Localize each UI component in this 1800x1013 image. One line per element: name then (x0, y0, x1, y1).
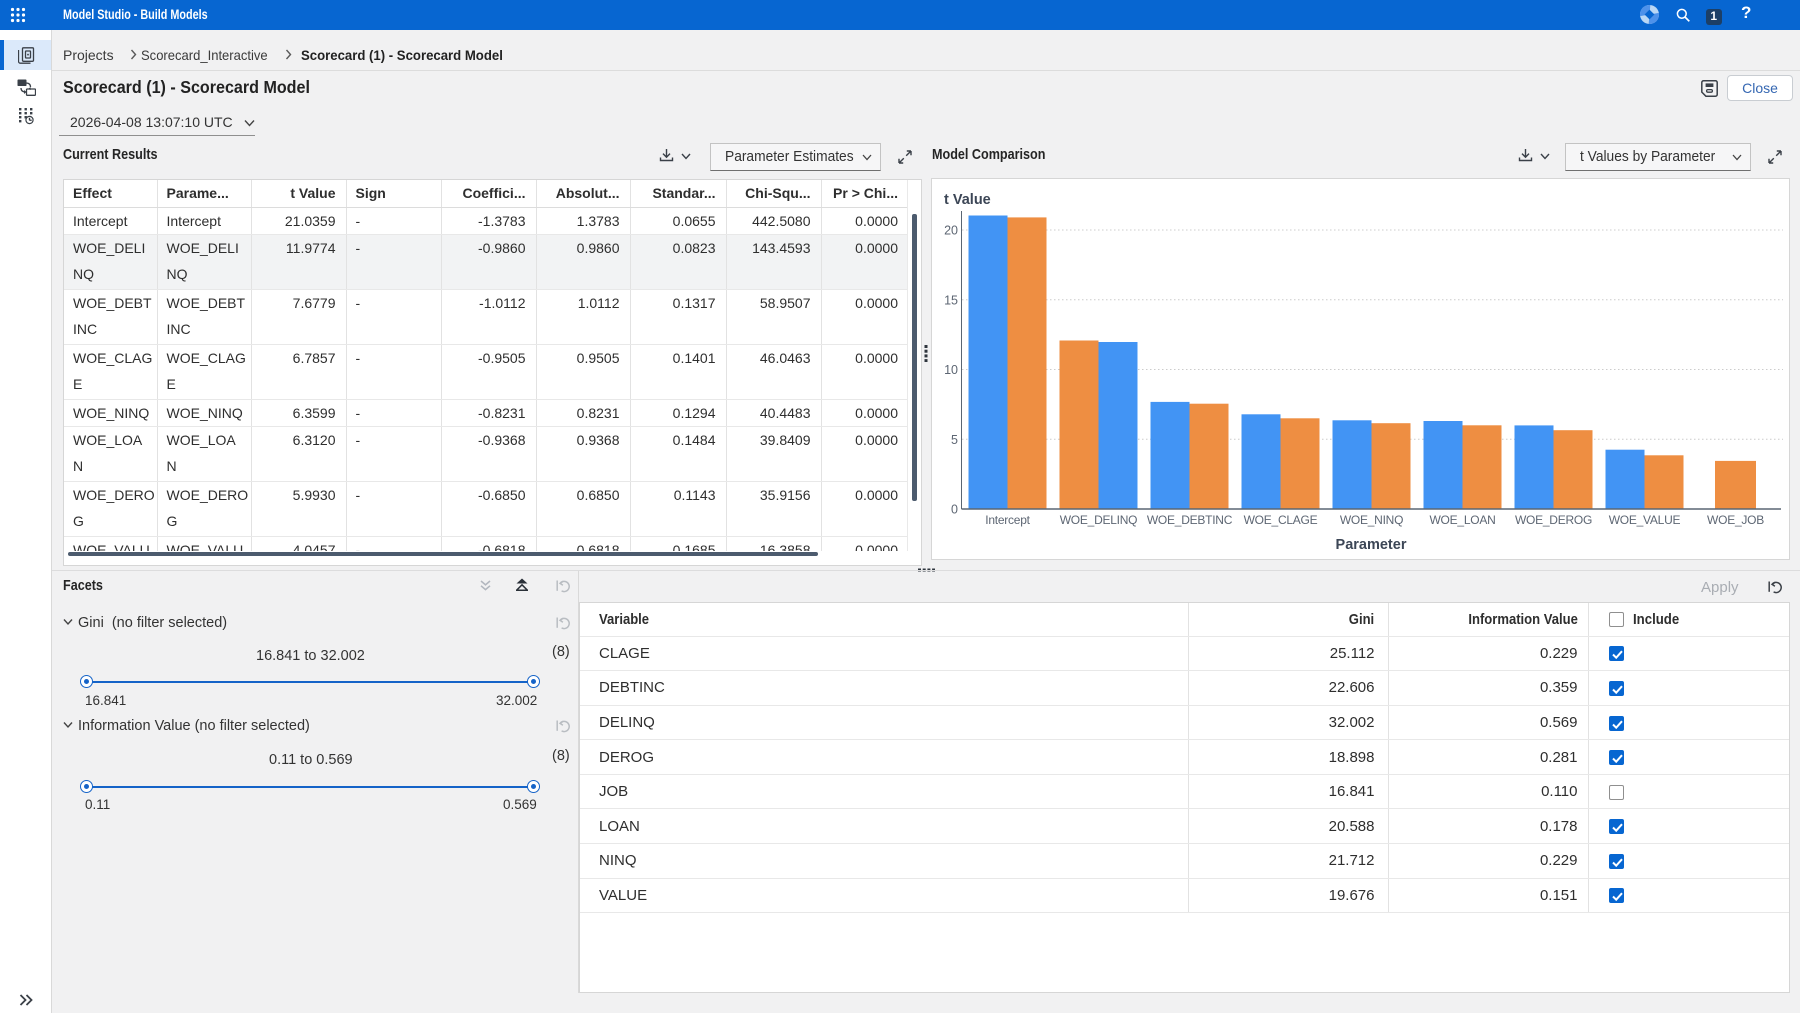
svg-text:WOE_NINQ: WOE_NINQ (1340, 513, 1403, 527)
svg-text:WOE_VALUE: WOE_VALUE (1609, 513, 1681, 527)
svg-text:WOE_LOAN: WOE_LOAN (1429, 513, 1495, 527)
svg-text:WOE_DEBTINC: WOE_DEBTINC (1147, 513, 1233, 527)
svg-text:Intercept: Intercept (985, 513, 1030, 527)
svg-text:5: 5 (951, 433, 958, 447)
svg-text:Parameter: Parameter (1336, 537, 1407, 553)
svg-text:WOE_CLAGE: WOE_CLAGE (1244, 513, 1318, 527)
svg-text:20: 20 (944, 224, 958, 238)
svg-text:t Value: t Value (944, 192, 991, 208)
svg-text:WOE_DEROG: WOE_DEROG (1515, 513, 1592, 527)
svg-text:0: 0 (951, 503, 958, 517)
svg-text:10: 10 (944, 363, 958, 377)
svg-text:WOE_JOB: WOE_JOB (1707, 513, 1764, 527)
svg-text:15: 15 (944, 293, 958, 307)
svg-text:WOE_DELINQ: WOE_DELINQ (1060, 513, 1138, 527)
